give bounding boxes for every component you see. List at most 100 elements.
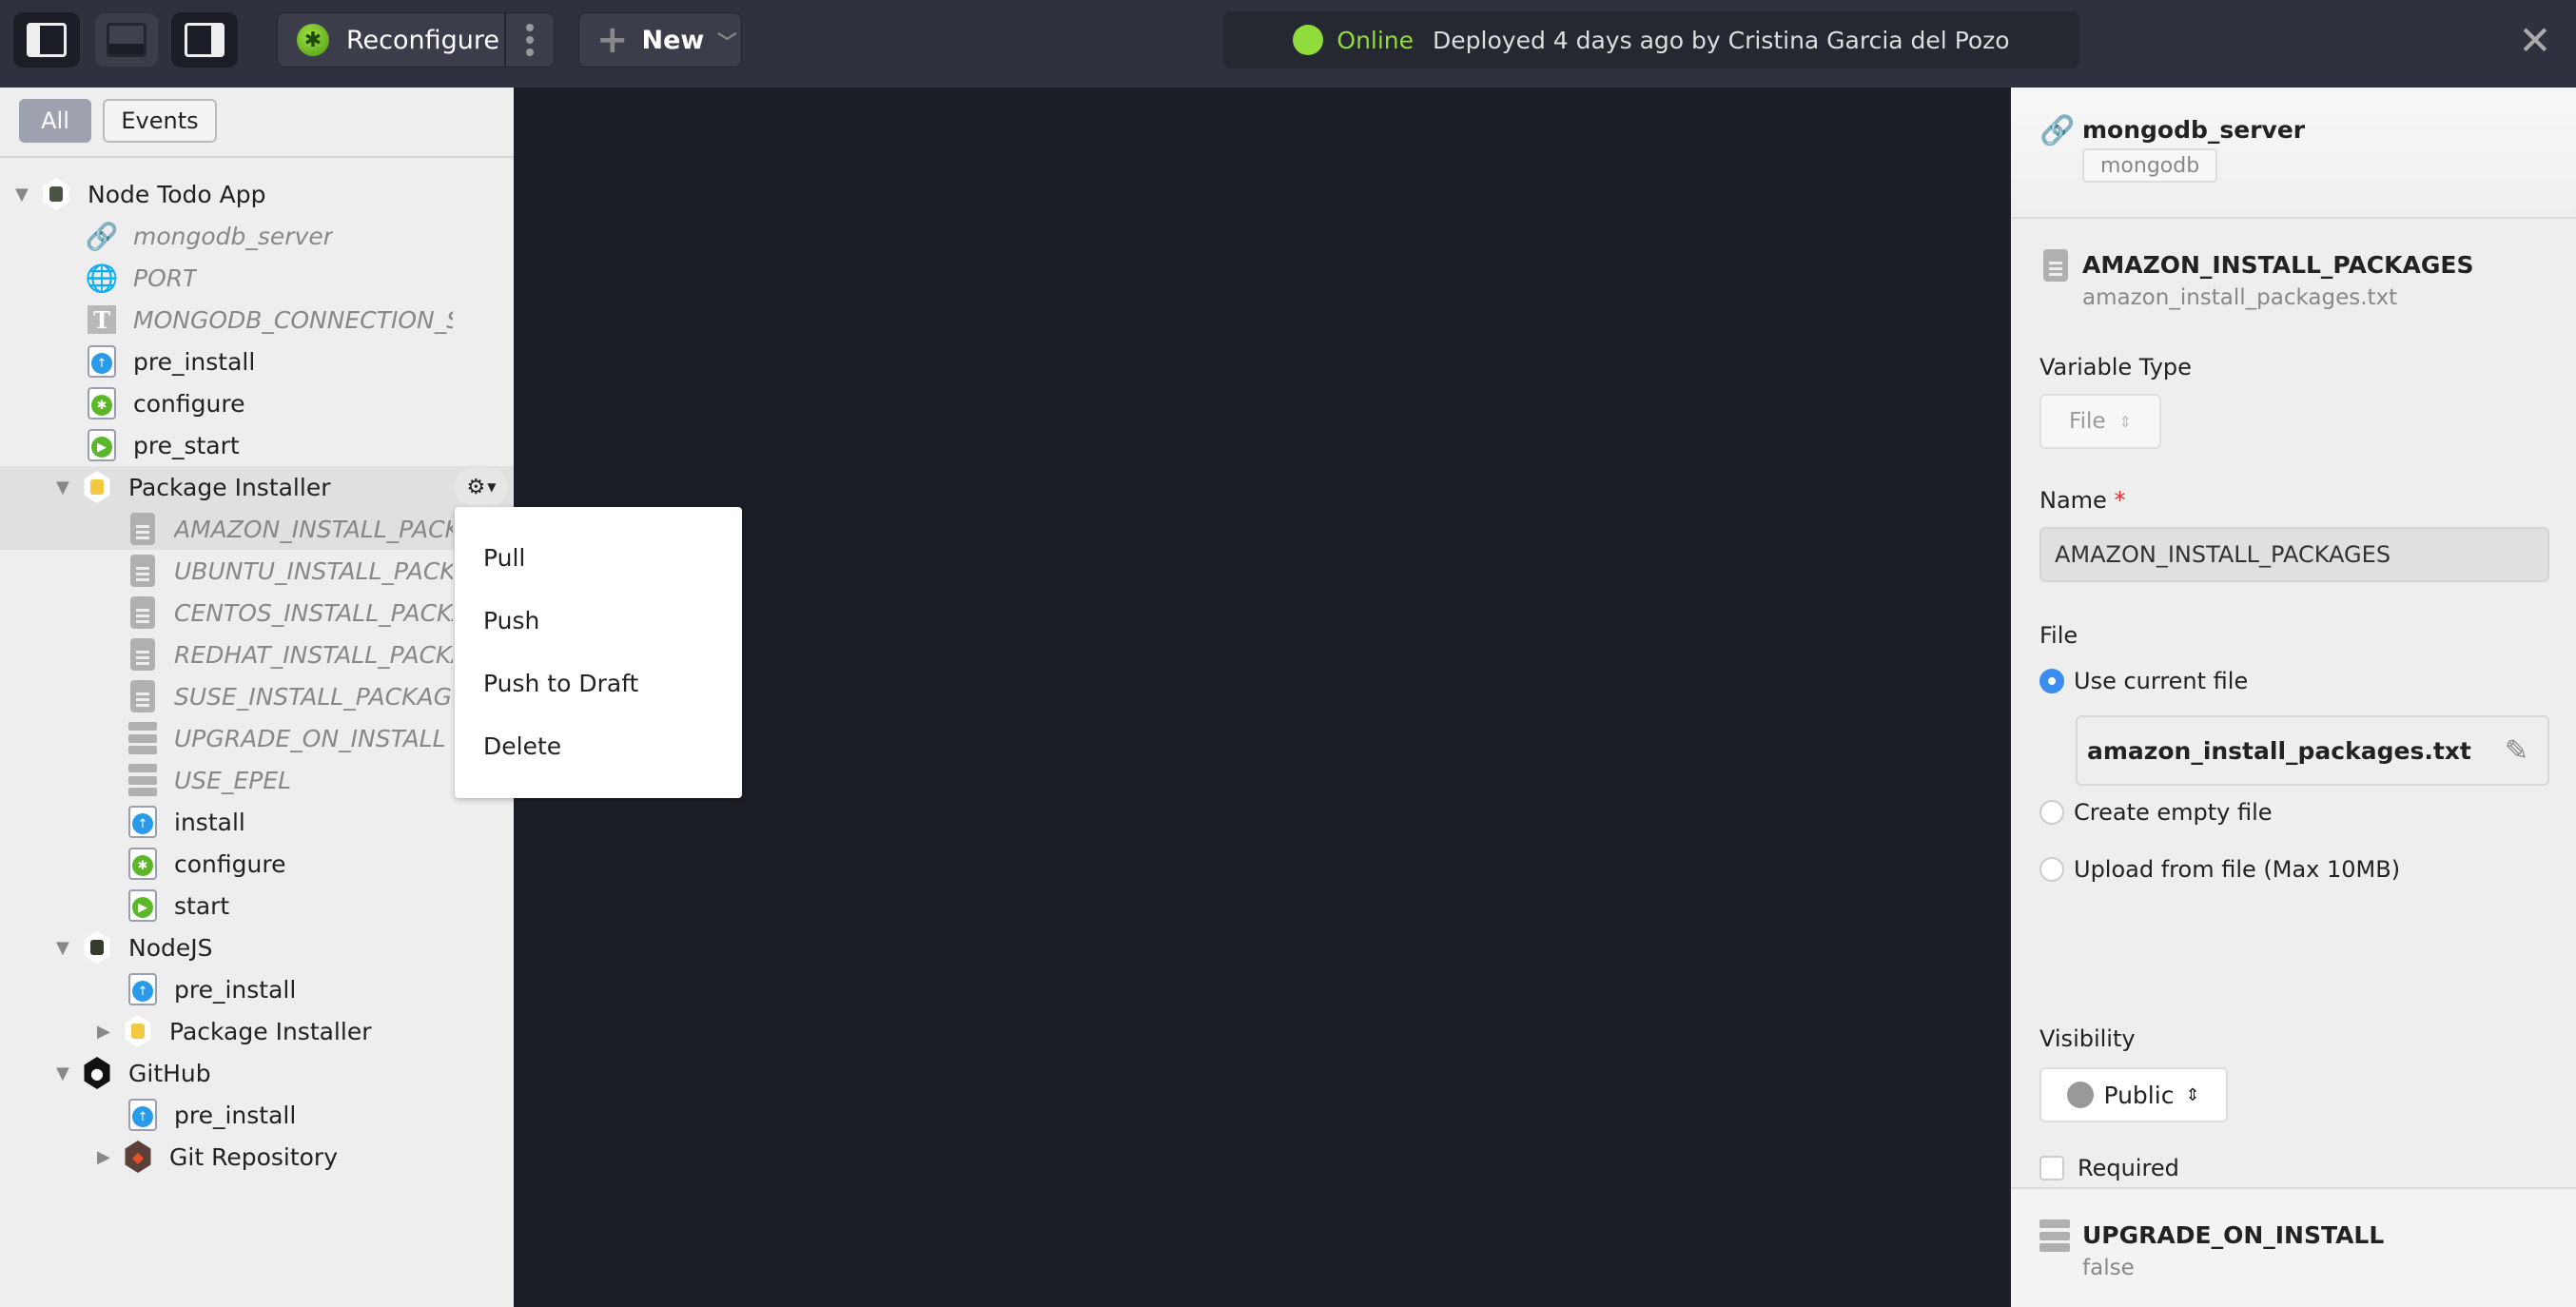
tree-item[interactable]: ✱ configure xyxy=(0,843,514,885)
pencil-icon[interactable]: ✎ xyxy=(2505,734,2528,768)
tree-item-label: pre_start xyxy=(133,431,240,459)
variable-title: AMAZON_INSTALL_PACKAGES xyxy=(2082,251,2474,279)
left-panel-layout-icon xyxy=(27,23,67,57)
expand-triangle-icon[interactable]: ▶ xyxy=(97,1022,110,1042)
chevron-down-icon: ﹀ xyxy=(717,29,737,53)
link-icon: 🔗 xyxy=(2039,114,2076,147)
file-variable-icon xyxy=(128,638,157,671)
tree-item[interactable]: ▶ start xyxy=(0,885,514,927)
expand-triangle-icon[interactable]: ▶ xyxy=(97,1147,110,1167)
tree-item[interactable]: T MONGODB_CONNECTION_STRING xyxy=(0,299,514,341)
blueprint-icon xyxy=(42,178,70,210)
tree-item[interactable]: ▼ Node Todo App xyxy=(0,173,514,215)
tree-item[interactable]: 🌐 PORT xyxy=(0,257,514,299)
boolean-variable-icon xyxy=(2039,1219,2070,1252)
menu-item-push-to-draft[interactable]: Push to Draft xyxy=(455,652,742,714)
tree-item[interactable]: ↑ pre_install xyxy=(0,968,514,1010)
name-label-text: Name xyxy=(2039,487,2107,514)
tree-item[interactable]: ✱ configure xyxy=(0,382,514,424)
right-panel-toggle[interactable] xyxy=(171,12,238,68)
tree-item[interactable]: UBUNTU_INSTALL_PACKAGES xyxy=(0,550,514,592)
nodejs-icon xyxy=(83,931,111,964)
item-actions-gear-button[interactable]: ⚙ ▼ xyxy=(455,468,508,506)
tree-item-label: MONGODB_CONNECTION_STRING xyxy=(133,305,453,334)
tree-item[interactable]: USE_EPEL xyxy=(0,759,514,801)
tree-item-label: Package Installer xyxy=(169,1017,372,1045)
file-variable-icon xyxy=(128,596,157,629)
port-globe-icon: 🌐 xyxy=(85,262,119,294)
name-input[interactable]: AMAZON_INSTALL_PACKAGES xyxy=(2039,527,2549,582)
header-tag: mongodb xyxy=(2082,148,2218,183)
radio-label: Create empty file xyxy=(2074,799,2273,826)
radio-use-current-file[interactable]: Use current file xyxy=(2039,668,2248,694)
git-repository-icon: ◆ xyxy=(124,1141,152,1173)
tree-item-label: CENTOS_INSTALL_PACKAGES xyxy=(174,598,453,627)
configure-script-icon: ✱ xyxy=(128,848,157,880)
footer-title: UPGRADE_ON_INSTALL xyxy=(2082,1221,2385,1249)
variable-type-select[interactable]: File ⇕ xyxy=(2039,394,2161,449)
reconfigure-button[interactable]: ✱ Reconfigure xyxy=(277,12,555,68)
visibility-value: Public xyxy=(2103,1081,2175,1109)
tree-item[interactable]: ↑ pre_install xyxy=(0,341,514,382)
filter-events-button[interactable]: Events xyxy=(103,99,217,143)
menu-item-pull[interactable]: Pull xyxy=(455,526,742,589)
left-panel-toggle[interactable] xyxy=(13,12,80,68)
menu-item-push[interactable]: Push xyxy=(455,589,742,652)
gear-icon: ⚙ xyxy=(466,475,486,499)
next-variable-footer[interactable]: UPGRADE_ON_INSTALL false xyxy=(2011,1187,2576,1307)
bottom-panel-layout-icon xyxy=(107,23,146,57)
plus-icon: + xyxy=(596,18,629,62)
tree-item[interactable]: AMAZON_INSTALL_PACKAGES xyxy=(0,508,514,550)
tree-item[interactable]: ↑ install xyxy=(0,801,514,843)
filter-all-button[interactable]: All xyxy=(19,99,91,143)
file-variable-icon xyxy=(128,555,157,587)
collapse-triangle-icon[interactable]: ▼ xyxy=(56,1063,69,1083)
tree-item[interactable]: ▼ Package Installer ⚙ ▼ xyxy=(0,466,514,508)
new-button[interactable]: + New ﹀ xyxy=(578,12,742,68)
tree-item[interactable]: UPGRADE_ON_INSTALL xyxy=(0,717,514,759)
bottom-panel-toggle[interactable] xyxy=(95,13,158,67)
tree-item[interactable]: ▶ Package Installer xyxy=(0,1010,514,1052)
file-variable-icon xyxy=(128,680,157,712)
reconfigure-label: Reconfigure xyxy=(346,25,500,55)
visibility-select[interactable]: Public ⇕ xyxy=(2039,1067,2228,1122)
more-options-icon[interactable] xyxy=(506,13,554,67)
updown-chevron-icon: ⇕ xyxy=(2185,1084,2200,1105)
tree-item[interactable]: ▼ ● GitHub xyxy=(0,1052,514,1094)
collapse-triangle-icon[interactable]: ▼ xyxy=(15,185,29,205)
current-file-name: amazon_install_packages.txt xyxy=(2087,736,2471,765)
tree-item[interactable]: ▶ pre_start xyxy=(0,424,514,466)
package-installer-icon xyxy=(83,471,111,503)
radio-create-empty-file[interactable]: Create empty file xyxy=(2039,799,2273,826)
install-script-icon: ↑ xyxy=(128,1099,157,1131)
tree-item-label: AMAZON_INSTALL_PACKAGES xyxy=(174,515,453,543)
github-icon: ● xyxy=(83,1057,111,1089)
tree-item[interactable]: ▼ NodeJS xyxy=(0,927,514,968)
required-label: Required xyxy=(2078,1155,2179,1181)
tree-item-label: PORT xyxy=(133,263,198,292)
radio-unchecked-icon xyxy=(2039,800,2064,825)
required-checkbox[interactable]: Required xyxy=(2039,1155,2179,1181)
tree-item-label: SUSE_INSTALL_PACKAGES xyxy=(174,682,453,711)
menu-item-delete[interactable]: Delete xyxy=(455,714,742,777)
close-icon[interactable]: ✕ xyxy=(2511,17,2559,65)
footer-value: false xyxy=(2082,1256,2135,1280)
collapse-triangle-icon[interactable]: ▼ xyxy=(56,478,69,497)
collapse-triangle-icon[interactable]: ▼ xyxy=(56,938,69,958)
tree-item[interactable]: REDHAT_INSTALL_PACKAGES xyxy=(0,634,514,675)
radio-upload-from-file[interactable]: Upload from file (Max 10MB) xyxy=(2039,856,2400,883)
tree-item[interactable]: 🔗 mongodb_server xyxy=(0,215,514,257)
install-script-icon: ↑ xyxy=(128,806,157,838)
radio-unchecked-icon xyxy=(2039,857,2064,882)
tree-item[interactable]: CENTOS_INSTALL_PACKAGES xyxy=(0,592,514,634)
panel-header: 🔗 mongodb_server mongodb xyxy=(2011,88,2576,219)
install-script-icon: ↑ xyxy=(88,345,116,378)
tree-item[interactable]: ▶ ◆ Git Repository xyxy=(0,1136,514,1178)
new-label: New xyxy=(641,25,705,55)
right-panel-layout-icon xyxy=(185,23,224,57)
tree-item-label: Git Repository xyxy=(169,1142,339,1171)
current-file-box: amazon_install_packages.txt ✎ xyxy=(2076,715,2549,786)
tree-item[interactable]: ↑ pre_install xyxy=(0,1094,514,1136)
tree-item[interactable]: SUSE_INSTALL_PACKAGES xyxy=(0,675,514,717)
file-variable-icon xyxy=(2043,249,2068,282)
